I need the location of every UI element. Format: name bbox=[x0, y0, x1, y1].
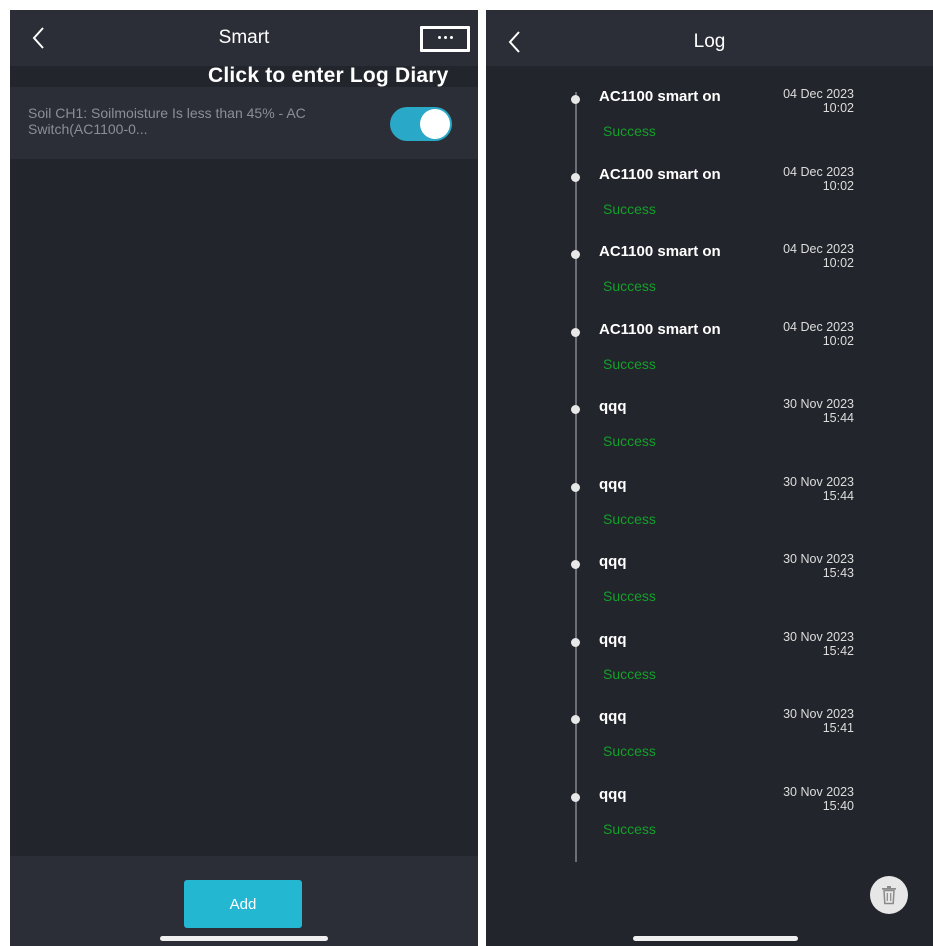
log-entry: AC1100 smart on Success 04 Dec 2023 10:02 bbox=[486, 165, 933, 236]
log-entry-datetime: 04 Dec 2023 10:02 bbox=[756, 320, 854, 348]
log-entry-title: AC1100 smart on bbox=[599, 88, 721, 105]
page-title: Log bbox=[693, 31, 726, 52]
log-entry-date: 30 Nov 2023 bbox=[783, 397, 854, 411]
log-entry: qqq Success 30 Nov 2023 15:43 bbox=[486, 552, 933, 623]
log-diary-hint: Click to enter Log Diary bbox=[208, 64, 449, 87]
log-entry-status: Success bbox=[603, 820, 656, 837]
trash-icon bbox=[882, 886, 896, 905]
timeline-dot bbox=[571, 405, 580, 414]
page-title: Smart bbox=[218, 27, 270, 48]
log-entry-time: 10:02 bbox=[822, 178, 854, 193]
log-entry-status: Success bbox=[603, 278, 656, 294]
log-entry-time: 15:42 bbox=[822, 643, 854, 658]
log-entry-title: AC1100 smart on bbox=[599, 320, 721, 338]
log-entry-time: 15:43 bbox=[822, 566, 854, 580]
log-entry-datetime: 04 Dec 2023 10:02 bbox=[756, 242, 854, 270]
log-entry-title: qqq bbox=[599, 475, 627, 493]
log-entry-date: 30 Nov 2023 bbox=[783, 629, 854, 644]
log-entry-title: qqq bbox=[599, 630, 627, 648]
log-entry-time: 15:41 bbox=[822, 721, 854, 735]
log-entry-status: Success bbox=[603, 665, 656, 682]
log-entry: qqq Success 30 Nov 2023 15:41 bbox=[486, 707, 933, 778]
log-entry-datetime: 30 Nov 2023 15:40 bbox=[756, 785, 854, 813]
bottom-bar: Add bbox=[10, 856, 478, 946]
home-indicator[interactable] bbox=[160, 936, 328, 941]
log-entry-status: Success bbox=[603, 355, 656, 372]
log-entry-datetime: 30 Nov 2023 15:43 bbox=[756, 552, 854, 580]
timeline-dot bbox=[571, 482, 580, 492]
clear-log-button[interactable] bbox=[870, 876, 908, 914]
timeline-dot bbox=[571, 327, 580, 337]
log-entry-time: 15:44 bbox=[822, 411, 854, 425]
timeline-dot bbox=[571, 792, 580, 802]
more-horizontal-icon bbox=[423, 36, 467, 42]
log-entry-date: 30 Nov 2023 bbox=[783, 784, 854, 799]
log-diary-button[interactable] bbox=[420, 26, 470, 52]
log-entry-title: qqq bbox=[599, 553, 627, 570]
timeline-dot bbox=[571, 637, 580, 647]
log-entry-status: Success bbox=[603, 588, 656, 604]
smart-screen: Smart Click to enter Log Diary Soil CH1:… bbox=[10, 10, 478, 946]
log-entry-datetime: 04 Dec 2023 10:02 bbox=[756, 165, 854, 193]
home-indicator[interactable] bbox=[633, 936, 798, 941]
log-entry-title: qqq bbox=[599, 785, 627, 803]
timeline-dot bbox=[571, 172, 580, 182]
add-button[interactable]: Add bbox=[184, 880, 302, 928]
log-entry-date: 30 Nov 2023 bbox=[783, 474, 854, 489]
log-entry: AC1100 smart on Success 04 Dec 2023 10:02 bbox=[486, 87, 933, 158]
toggle-knob bbox=[420, 109, 450, 139]
log-entry-title: AC1100 smart on bbox=[599, 243, 721, 260]
log-entry-date: 04 Dec 2023 bbox=[783, 242, 854, 256]
log-entry-date: 04 Dec 2023 bbox=[783, 319, 854, 334]
log-entry-time: 10:02 bbox=[822, 101, 854, 115]
log-entry-time: 10:02 bbox=[822, 333, 854, 348]
log-navbar: Log bbox=[486, 10, 933, 66]
timeline-dot bbox=[571, 250, 580, 259]
smart-rule-row[interactable]: Soil CH1: Soilmoisture Is less than 45% … bbox=[10, 87, 478, 159]
rule-description: Soil CH1: Soilmoisture Is less than 45% … bbox=[28, 105, 306, 137]
log-entry: qqq Success 30 Nov 2023 15:44 bbox=[486, 397, 933, 468]
log-entry-datetime: 30 Nov 2023 15:41 bbox=[756, 707, 854, 735]
log-screen: Log AC1100 smart on Success 04 Dec 2023 1… bbox=[486, 10, 933, 946]
log-entry: AC1100 smart on Success 04 Dec 2023 10:02 bbox=[486, 242, 933, 313]
log-entry: qqq Success 30 Nov 2023 15:40 bbox=[486, 785, 933, 856]
log-entry-date: 04 Dec 2023 bbox=[783, 87, 854, 101]
log-entry-datetime: 04 Dec 2023 10:02 bbox=[756, 87, 854, 115]
log-entry: AC1100 smart on Success 04 Dec 2023 10:02 bbox=[486, 320, 933, 391]
log-entry-datetime: 30 Nov 2023 15:42 bbox=[756, 630, 854, 658]
log-entry-time: 15:40 bbox=[822, 798, 854, 813]
log-entry-title: AC1100 smart on bbox=[599, 165, 721, 183]
log-entry-status: Success bbox=[603, 200, 656, 217]
log-entry-title: qqq bbox=[599, 398, 627, 415]
log-entry-date: 30 Nov 2023 bbox=[783, 552, 854, 566]
rule-toggle[interactable] bbox=[390, 107, 452, 141]
log-entry-date: 04 Dec 2023 bbox=[783, 164, 854, 179]
timeline-dot bbox=[571, 95, 580, 104]
log-entry-datetime: 30 Nov 2023 15:44 bbox=[756, 397, 854, 425]
smart-navbar: Smart bbox=[10, 10, 478, 66]
timeline-dot bbox=[571, 560, 580, 569]
log-entry-status: Success bbox=[603, 743, 656, 759]
log-entry-time: 15:44 bbox=[822, 488, 854, 503]
log-entry: qqq Success 30 Nov 2023 15:42 bbox=[486, 630, 933, 701]
timeline-dot bbox=[571, 715, 580, 724]
log-entry-status: Success bbox=[603, 123, 656, 139]
log-entry: qqq Success 30 Nov 2023 15:44 bbox=[486, 475, 933, 546]
log-entry-title: qqq bbox=[599, 708, 627, 725]
log-entry-status: Success bbox=[603, 510, 656, 527]
log-entry-status: Success bbox=[603, 433, 656, 449]
log-entry-time: 10:02 bbox=[822, 256, 854, 270]
log-entry-date: 30 Nov 2023 bbox=[783, 707, 854, 721]
log-entry-datetime: 30 Nov 2023 15:44 bbox=[756, 475, 854, 503]
